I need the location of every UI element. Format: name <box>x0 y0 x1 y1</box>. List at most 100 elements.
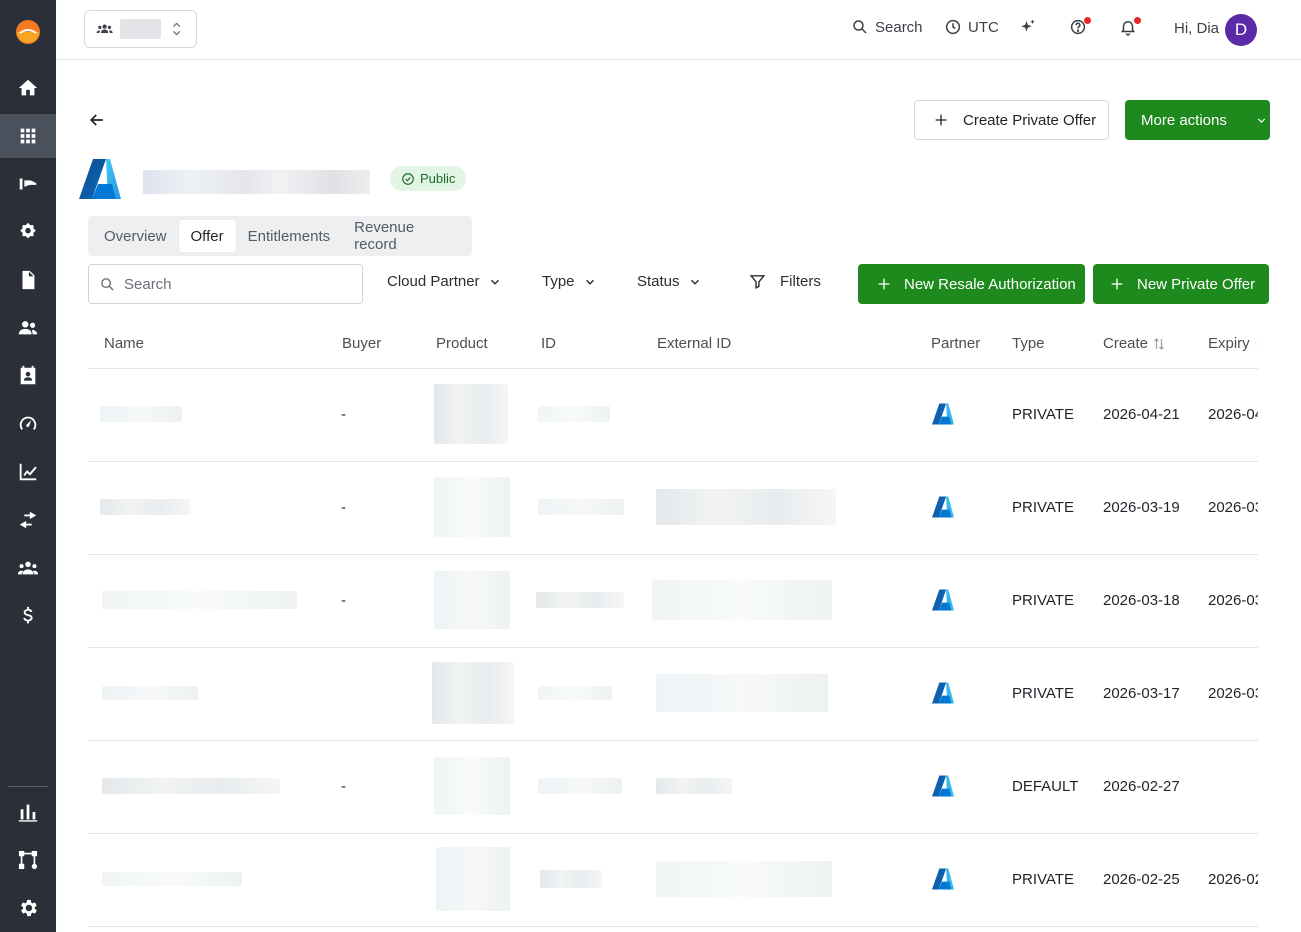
top-header: Search UTC Hi, Dia D <box>56 0 1301 60</box>
column-header-partner[interactable]: Partner <box>931 335 980 352</box>
azure-logo-icon <box>79 159 121 199</box>
id-cell-redacted <box>538 778 622 794</box>
sort-icon <box>1154 337 1164 350</box>
buyer-cell: - <box>341 592 346 609</box>
nav-workflow-icon[interactable] <box>0 838 56 882</box>
new-private-offer-button[interactable]: New Private Offer <box>1093 264 1269 304</box>
column-header-name[interactable]: Name <box>104 335 144 352</box>
nav-transfer-icon[interactable] <box>0 498 56 542</box>
name-cell-redacted <box>102 591 297 609</box>
column-header-product[interactable]: Product <box>436 335 488 352</box>
search-label: Search <box>875 18 923 36</box>
back-arrow-icon[interactable] <box>87 110 107 130</box>
table-row[interactable]: - PRIVATE 2026-03-19 2026-03 <box>88 461 1258 554</box>
nav-billing-icon[interactable] <box>0 594 56 638</box>
type-cell: PRIVATE <box>1012 406 1074 423</box>
column-header-buyer[interactable]: Buyer <box>342 335 381 352</box>
product-cell-redacted <box>434 477 510 537</box>
tab-offer[interactable]: Offer <box>178 220 236 252</box>
cloud-partner-label: Cloud Partner <box>387 273 480 290</box>
column-header-external-id[interactable]: External ID <box>657 335 731 352</box>
nav-settings-icon[interactable] <box>0 886 56 930</box>
cloud-partner-dropdown[interactable]: Cloud Partner <box>387 273 502 290</box>
nav-integrations-icon[interactable] <box>0 210 56 254</box>
create-date-cell: 2026-04-21 <box>1103 406 1180 423</box>
rail-divider <box>8 786 48 787</box>
avatar[interactable]: D <box>1225 14 1257 46</box>
table-row[interactable]: - PRIVATE 2026-03-18 2026-03 <box>88 554 1258 647</box>
nav-apps-icon[interactable] <box>0 114 56 158</box>
name-cell-redacted <box>102 686 198 700</box>
search-icon <box>853 20 867 34</box>
id-cell-redacted <box>540 870 602 888</box>
buyer-cell: - <box>341 499 346 516</box>
buyer-cell: - <box>341 778 346 795</box>
nav-analytics-icon[interactable] <box>0 450 56 494</box>
external-id-cell-redacted <box>656 489 836 525</box>
nav-home-icon[interactable] <box>0 66 56 110</box>
global-search-button[interactable]: Search <box>851 18 923 36</box>
create-header-label: Create <box>1103 335 1149 352</box>
type-cell: DEFAULT <box>1012 778 1079 795</box>
table-row[interactable]: PRIVATE 2026-03-17 2026-03 <box>88 647 1258 740</box>
workspace-switcher[interactable] <box>84 10 197 48</box>
table-row[interactable]: - PRIVATE 2026-04-21 2026-04 <box>88 368 1258 461</box>
table-row[interactable]: PRIVATE 2026-02-25 2026-02 <box>88 833 1258 926</box>
new-resale-authorization-button[interactable]: New Resale Authorization <box>858 264 1085 304</box>
filters-button[interactable]: Filters <box>749 273 821 290</box>
search-input[interactable] <box>124 275 344 293</box>
create-private-offer-button[interactable]: Create Private Offer <box>914 100 1109 140</box>
column-header-type[interactable]: Type <box>1012 335 1045 352</box>
external-id-cell-redacted <box>656 674 828 712</box>
nav-offers-icon[interactable] <box>0 162 56 206</box>
nav-team-icon[interactable] <box>0 546 56 590</box>
create-date-cell: 2026-02-27 <box>1103 778 1180 795</box>
column-header-id[interactable]: ID <box>541 335 556 352</box>
brand-logo[interactable] <box>16 20 40 44</box>
table-row[interactable]: - DEFAULT 2026-02-27 <box>88 740 1258 833</box>
row-divider <box>88 926 1258 927</box>
product-name-redacted <box>143 170 370 194</box>
expiry-date-cell: 2026-03 <box>1208 499 1258 516</box>
nav-contacts-icon[interactable] <box>0 354 56 398</box>
id-cell-redacted <box>538 499 624 515</box>
buyer-cell: - <box>341 406 346 423</box>
plus-icon <box>935 114 947 126</box>
column-header-expiry[interactable]: Expiry <box>1208 335 1258 352</box>
type-cell: PRIVATE <box>1012 871 1074 888</box>
group-icon <box>96 24 113 34</box>
chevron-down-icon <box>690 279 699 285</box>
expiry-header-label: Expiry <box>1208 335 1250 352</box>
side-navigation <box>0 0 56 932</box>
nav-speedometer-icon[interactable] <box>0 402 56 446</box>
chevron-up-down-icon <box>172 22 181 36</box>
tab-revenue-record[interactable]: Revenue record <box>342 219 468 253</box>
name-cell-redacted <box>100 499 190 515</box>
filter-icon <box>749 275 766 290</box>
tab-entitlements[interactable]: Entitlements <box>236 220 343 252</box>
status-badge: Public <box>390 166 467 191</box>
timezone-button[interactable]: UTC <box>944 18 999 36</box>
tab-overview[interactable]: Overview <box>92 220 179 252</box>
more-actions-button[interactable]: More actions <box>1125 100 1270 140</box>
column-header-create[interactable]: Create <box>1103 335 1165 352</box>
type-dropdown[interactable]: Type <box>542 273 597 290</box>
greeting-text: Hi, Dia <box>1174 20 1220 37</box>
product-cell-redacted <box>432 662 514 724</box>
nav-users-icon[interactable] <box>0 306 56 350</box>
ai-assistant-button[interactable] <box>1019 18 1037 36</box>
create-date-cell: 2026-03-18 <box>1103 592 1180 609</box>
more-actions-label: More actions <box>1141 111 1227 129</box>
nav-documents-icon[interactable] <box>0 258 56 302</box>
type-cell: PRIVATE <box>1012 685 1074 702</box>
nav-reports-icon[interactable] <box>0 790 56 834</box>
status-dropdown[interactable]: Status <box>637 273 702 290</box>
type-cell: PRIVATE <box>1012 592 1074 609</box>
name-cell-redacted <box>102 778 280 794</box>
status-label: Status <box>637 273 680 290</box>
type-label: Type <box>542 273 575 290</box>
detail-tabs: Overview Offer Entitlements Revenue reco… <box>88 216 472 256</box>
id-cell-redacted <box>536 592 624 608</box>
chevron-down-icon <box>585 279 594 285</box>
external-id-cell-redacted <box>656 778 732 794</box>
